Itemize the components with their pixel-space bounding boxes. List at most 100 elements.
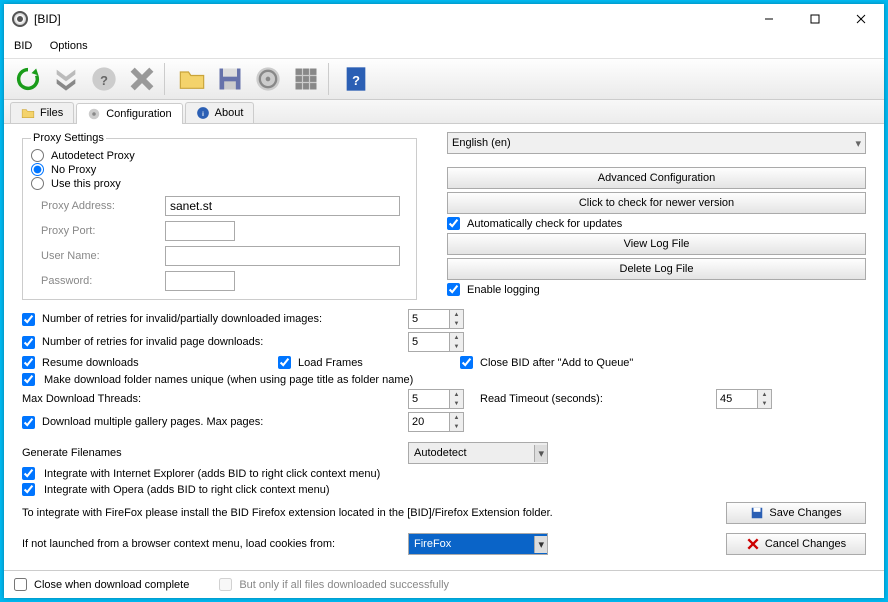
svg-text:?: ? bbox=[100, 73, 108, 88]
delete-log-button[interactable]: Delete Log File bbox=[447, 258, 866, 280]
cookies-label: If not launched from a browser context m… bbox=[22, 538, 402, 550]
check-version-button[interactable]: Click to check for newer version bbox=[447, 192, 866, 214]
checkbox-label: Automatically check for updates bbox=[467, 218, 622, 230]
tab-label: Configuration bbox=[106, 108, 171, 120]
help-icon[interactable]: ? bbox=[86, 61, 122, 97]
proxy-port-label: Proxy Port: bbox=[41, 225, 141, 237]
gear-icon[interactable] bbox=[250, 61, 286, 97]
select-value: English (en) bbox=[452, 137, 511, 149]
radio-autodetect-proxy[interactable] bbox=[31, 149, 44, 162]
auto-update-checkbox[interactable] bbox=[447, 217, 460, 230]
max-threads-spinner[interactable]: ▲▼ bbox=[408, 389, 464, 409]
proxy-user-input[interactable] bbox=[165, 246, 400, 266]
read-timeout-label: Read Timeout (seconds): bbox=[480, 393, 710, 405]
close-when-complete-checkbox[interactable] bbox=[14, 578, 27, 591]
tab-about[interactable]: i About bbox=[185, 102, 255, 123]
checkbox-label: Download multiple gallery pages. Max pag… bbox=[42, 416, 263, 428]
select-value: Autodetect bbox=[414, 447, 467, 459]
proxy-legend: Proxy Settings bbox=[31, 132, 106, 144]
resume-checkbox[interactable] bbox=[22, 356, 35, 369]
retries-img-spinner[interactable]: ▲▼ bbox=[408, 309, 464, 329]
multi-gallery-checkbox[interactable] bbox=[22, 416, 35, 429]
menu-options[interactable]: Options bbox=[50, 40, 88, 52]
folder-icon[interactable] bbox=[174, 61, 210, 97]
maximize-button[interactable] bbox=[792, 4, 838, 34]
checkbox-label: Integrate with Opera (adds BID to right … bbox=[44, 484, 330, 496]
tab-files[interactable]: Files bbox=[10, 102, 74, 123]
app-icon bbox=[12, 11, 28, 27]
checkbox-label: Close when download complete bbox=[34, 579, 189, 591]
unique-folder-checkbox[interactable] bbox=[22, 373, 35, 386]
checkbox-label: Resume downloads bbox=[42, 357, 139, 369]
proxy-address-input[interactable] bbox=[165, 196, 400, 216]
download-icon[interactable] bbox=[48, 61, 84, 97]
firefox-note: To integrate with FireFox please install… bbox=[22, 507, 720, 519]
cancel-changes-button[interactable]: Cancel Changes bbox=[726, 533, 866, 555]
checkbox-label: Enable logging bbox=[467, 284, 540, 296]
close-button[interactable] bbox=[838, 4, 884, 34]
gen-filenames-select[interactable]: Autodetect bbox=[408, 442, 548, 464]
tabbar: Files Configuration i About bbox=[4, 100, 884, 124]
tab-label: About bbox=[215, 107, 244, 119]
cancel-icon bbox=[746, 537, 760, 551]
config-panel: Proxy Settings Autodetect Proxy No Proxy… bbox=[4, 124, 884, 570]
menubar: BID Options bbox=[4, 34, 884, 58]
advanced-config-button[interactable]: Advanced Configuration bbox=[447, 167, 866, 189]
checkbox-label: Close BID after "Add to Queue" bbox=[480, 357, 633, 369]
checkbox-label: Number of retries for invalid page downl… bbox=[42, 336, 263, 348]
retries-img-checkbox[interactable] bbox=[22, 313, 35, 326]
gear-icon bbox=[87, 107, 101, 121]
language-select[interactable]: English (en) bbox=[447, 132, 866, 154]
toolbar: ? ? bbox=[4, 58, 884, 100]
checkbox-label: Make download folder names unique (when … bbox=[44, 374, 413, 386]
radio-use-this-proxy[interactable] bbox=[31, 177, 44, 190]
spin-input[interactable] bbox=[716, 389, 758, 409]
menu-bid[interactable]: BID bbox=[14, 40, 32, 52]
radio-label: No Proxy bbox=[51, 164, 96, 176]
spin-input[interactable] bbox=[408, 309, 450, 329]
proxy-pass-input[interactable] bbox=[165, 271, 235, 291]
grid-icon[interactable] bbox=[288, 61, 324, 97]
retries-page-checkbox[interactable] bbox=[22, 336, 35, 349]
checkbox-label: But only if all files downloaded success… bbox=[239, 579, 449, 591]
spin-input[interactable] bbox=[408, 332, 450, 352]
folder-icon bbox=[21, 106, 35, 120]
window-title: [BID] bbox=[34, 12, 746, 26]
radio-label: Use this proxy bbox=[51, 178, 121, 190]
cookies-select[interactable]: FireFox bbox=[408, 533, 548, 555]
integrate-ie-checkbox[interactable] bbox=[22, 467, 35, 480]
spin-input[interactable] bbox=[408, 412, 450, 432]
load-frames-checkbox[interactable] bbox=[278, 356, 291, 369]
proxy-port-input[interactable] bbox=[165, 221, 235, 241]
retries-page-spinner[interactable]: ▲▼ bbox=[408, 332, 464, 352]
proxy-user-label: User Name: bbox=[41, 250, 141, 262]
info-icon: i bbox=[196, 106, 210, 120]
checkbox-label: Integrate with Internet Explorer (adds B… bbox=[44, 468, 380, 480]
radio-no-proxy[interactable] bbox=[31, 163, 44, 176]
close-after-queue-checkbox[interactable] bbox=[460, 356, 473, 369]
delete-icon[interactable] bbox=[124, 61, 160, 97]
max-threads-label: Max Download Threads: bbox=[22, 393, 402, 405]
tab-label: Files bbox=[40, 107, 63, 119]
button-label: Cancel Changes bbox=[765, 538, 846, 550]
refresh-icon[interactable] bbox=[10, 61, 46, 97]
tab-configuration[interactable]: Configuration bbox=[76, 103, 182, 124]
minimize-button[interactable] bbox=[746, 4, 792, 34]
integrate-opera-checkbox[interactable] bbox=[22, 483, 35, 496]
radio-label: Autodetect Proxy bbox=[51, 150, 135, 162]
toolbar-separator bbox=[164, 63, 170, 95]
spin-input[interactable] bbox=[408, 389, 450, 409]
only-if-success-checkbox bbox=[219, 578, 232, 591]
enable-logging-checkbox[interactable] bbox=[447, 283, 460, 296]
view-log-button[interactable]: View Log File bbox=[447, 233, 866, 255]
toolbar-separator bbox=[328, 63, 334, 95]
proxy-address-label: Proxy Address: bbox=[41, 200, 141, 212]
multi-gallery-spinner[interactable]: ▲▼ bbox=[408, 412, 464, 432]
save-icon[interactable] bbox=[212, 61, 248, 97]
app-window: [BID] BID Options ? ? Files Configuratio… bbox=[4, 4, 884, 598]
read-timeout-spinner[interactable]: ▲▼ bbox=[716, 389, 772, 409]
save-changes-button[interactable]: Save Changes bbox=[726, 502, 866, 524]
select-value: FireFox bbox=[414, 538, 451, 550]
checkbox-label: Load Frames bbox=[298, 357, 363, 369]
about-icon[interactable]: ? bbox=[338, 61, 374, 97]
